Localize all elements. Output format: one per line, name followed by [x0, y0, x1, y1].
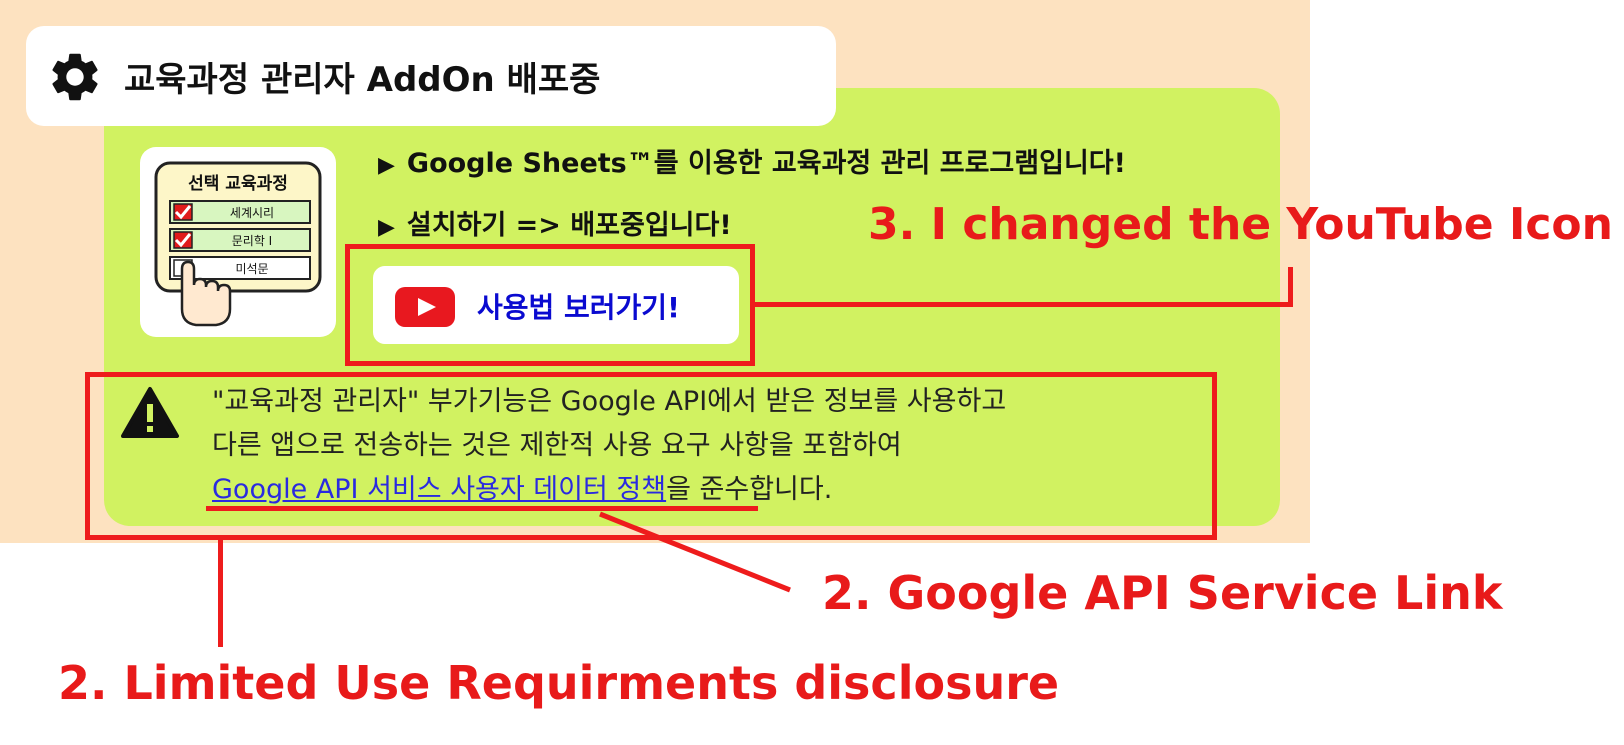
thumbnail-option-1: 세계시리	[230, 206, 274, 220]
link-underline-highlight	[206, 506, 758, 511]
annotation-disclosure: 2. Limited Use Requirments disclosure	[58, 656, 1060, 710]
feature-bullet: ▶ Google Sheets™를 이용한 교육과정 관리 프로그램입니다!	[378, 141, 1126, 180]
thumbnail-option-3: 미석문	[235, 262, 268, 276]
bullet-text: 설치하기 => 배포중입니다!	[406, 210, 732, 241]
youtube-highlight-box	[345, 244, 755, 366]
checklist-illustration: 선택 교육과정 세계시리 문리학 I 미석문	[154, 161, 322, 327]
disclosure-connector-v	[218, 540, 223, 647]
youtube-connector-v	[1288, 267, 1293, 307]
thumbnail-option-2: 문리학 I	[232, 234, 272, 248]
install-bullet: ▶ 설치하기 => 배포중입니다!	[378, 203, 732, 242]
youtube-connector-h	[755, 302, 1292, 307]
annotation-youtube: 3. I changed the YouTube Icon	[868, 199, 1613, 250]
thumbnail-heading: 선택 교육과정	[188, 174, 288, 194]
addon-thumbnail: 선택 교육과정 세계시리 문리학 I 미석문	[140, 147, 336, 337]
gear-icon	[52, 53, 98, 101]
bullet-text: Google Sheets™를 이용한 교육과정 관리 프로그램입니다!	[406, 148, 1126, 179]
title-bar: 교육과정 관리자 AddOn 배포중	[26, 26, 836, 126]
annotation-link: 2. Google API Service Link	[822, 566, 1503, 620]
disclosure-highlight-box	[85, 372, 1217, 540]
page-title: 교육과정 관리자 AddOn 배포중	[124, 60, 601, 100]
triangle-bullet-icon: ▶	[378, 153, 395, 178]
triangle-bullet-icon: ▶	[378, 215, 395, 240]
